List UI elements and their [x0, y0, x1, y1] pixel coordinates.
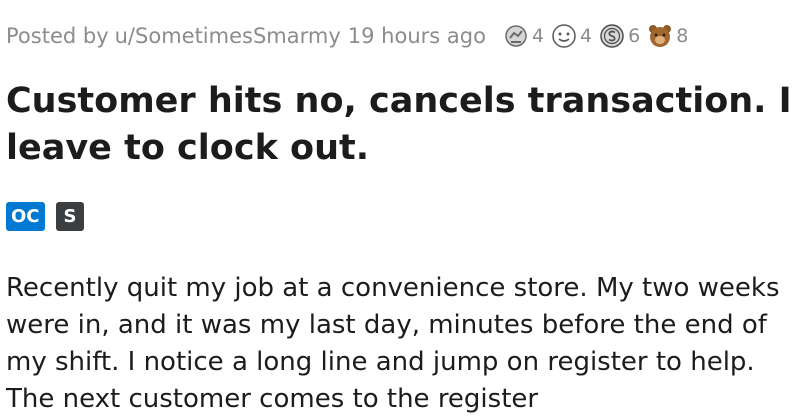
wholesome-award-icon	[550, 22, 578, 50]
author-link[interactable]: u/SometimesSmarmy	[115, 24, 341, 48]
award-count: 4	[580, 25, 593, 47]
award-count: 6	[628, 25, 641, 47]
oc-tag[interactable]: OC	[6, 202, 45, 231]
post-title[interactable]: Customer hits no, cancels transaction. I…	[6, 78, 796, 172]
post-flair-tags: OC S	[6, 202, 95, 231]
award-wholesome[interactable]: 4	[550, 22, 592, 50]
post-body: Recently quit my job at a convenience st…	[6, 273, 780, 414]
spoiler-tag[interactable]: S	[55, 202, 85, 231]
awards-bar[interactable]: 4 4 6 8	[502, 22, 694, 50]
post-meta: Posted by u/SometimesSmarmy 19 hours ago…	[6, 22, 694, 50]
award-count: 4	[531, 25, 545, 47]
helpful-award-icon	[502, 22, 530, 50]
posted-by-label: Posted by	[6, 24, 109, 48]
post-time[interactable]: 19 hours ago	[348, 24, 486, 48]
bear-award-icon	[646, 22, 674, 50]
award-silver[interactable]: 6	[598, 22, 640, 50]
post-card: Posted by u/SometimesSmarmy 19 hours ago…	[0, 0, 800, 420]
award-count: 8	[676, 25, 689, 47]
award-helpful[interactable]: 4	[502, 22, 544, 50]
award-bear[interactable]: 8	[646, 22, 688, 50]
silver-coin-award-icon	[598, 22, 626, 50]
